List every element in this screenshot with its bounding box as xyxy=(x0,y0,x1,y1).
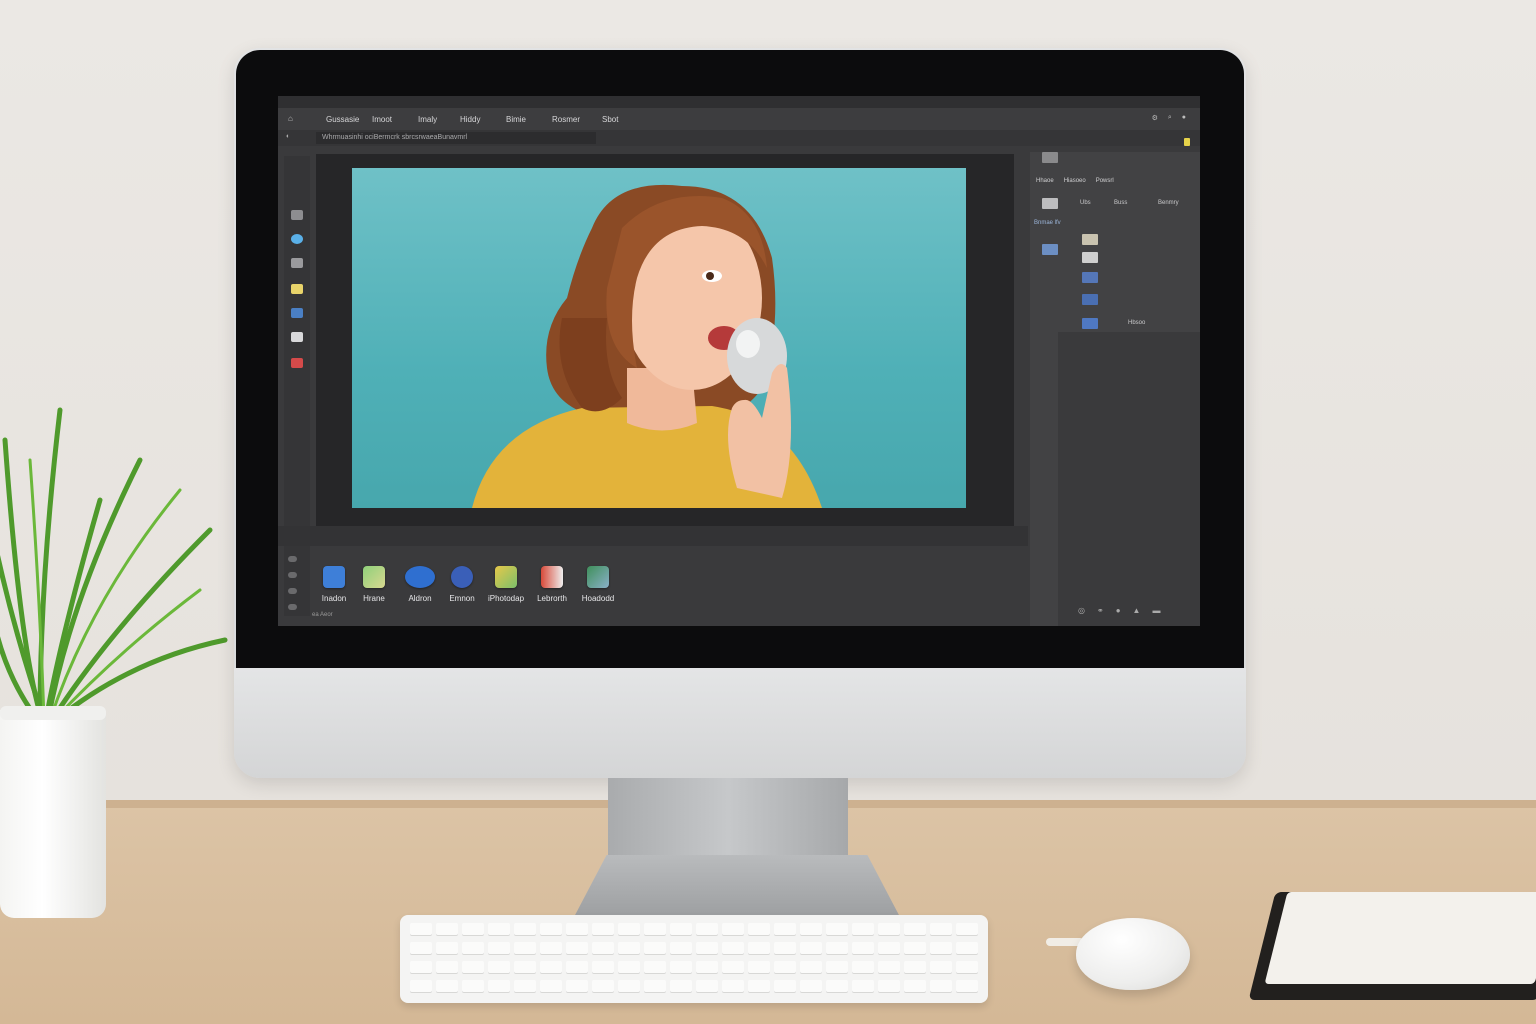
red-document-icon xyxy=(541,566,563,588)
new-layer-icon[interactable]: ◎ xyxy=(1078,606,1085,615)
dock-label: iPhotodap xyxy=(487,594,525,603)
list-tool-icon[interactable] xyxy=(291,258,303,268)
dock-item-7[interactable]: Hoadodd xyxy=(574,566,622,603)
toolbar-right-controls: ⚙ ⌕ ● xyxy=(1152,114,1186,122)
green-square-icon xyxy=(363,566,385,588)
side-control-2[interactable] xyxy=(288,572,297,578)
top-toolbar: ⌂ Gussasie Imoot Imaly Hiddy Bimie Rosme… xyxy=(278,108,1200,130)
photo-artboard[interactable] xyxy=(352,168,966,508)
layer-thumb-6[interactable] xyxy=(1082,318,1098,329)
layer-thumb-2[interactable] xyxy=(1082,234,1098,245)
options-bar: ◐ Whrmuasinhi ociBermcrk sbrcsrwaeaBunav… xyxy=(278,130,1200,146)
toolbar-item-1[interactable]: Gussasie xyxy=(326,115,359,124)
photo-folder-icon xyxy=(495,566,517,588)
toolbar-item-2[interactable]: Imoot xyxy=(372,115,392,124)
photo-editor-window: ⌂ Gussasie Imoot Imaly Hiddy Bimie Rosme… xyxy=(278,96,1200,626)
panel-row-2[interactable]: Buss xyxy=(1114,200,1127,206)
layer-thumb-1[interactable] xyxy=(1042,244,1058,255)
layer-thumb-3[interactable] xyxy=(1082,252,1098,263)
folder-tool-icon[interactable] xyxy=(291,308,303,318)
computer-mouse xyxy=(1076,918,1190,990)
grid-tool-icon[interactable] xyxy=(291,210,303,220)
cloud-icon xyxy=(405,566,435,588)
keyboard xyxy=(400,915,988,1003)
layers-panel: Hhaoe Hiasoeo Powsrl Ubs Buss Benmry Bnm… xyxy=(1030,152,1200,626)
bookmark-tool-icon[interactable] xyxy=(291,358,303,368)
bottom-side-controls xyxy=(288,556,302,620)
toolbar-item-4[interactable]: Hiddy xyxy=(460,115,480,124)
tools-panel xyxy=(284,156,310,616)
search-icon[interactable]: ⌕ xyxy=(1168,114,1172,122)
dock-label: Lebrorth xyxy=(537,594,567,603)
side-control-4[interactable] xyxy=(288,604,297,610)
panel-tabs: Hhaoe Hiasoeo Powsrl xyxy=(1036,178,1114,184)
tool-icon xyxy=(587,566,609,588)
toolbar-item-3[interactable]: Imaly xyxy=(418,115,437,124)
canvas-area[interactable] xyxy=(316,154,1014,526)
trash-icon[interactable]: ▬ xyxy=(1152,606,1160,615)
panel-tab-3[interactable]: Powsrl xyxy=(1096,178,1114,184)
dock-item-5[interactable]: iPhotodap xyxy=(482,566,530,603)
tool-preset-icon[interactable]: ◐ xyxy=(286,133,290,140)
plant-leaves-icon xyxy=(0,407,228,723)
panel-header-icon[interactable] xyxy=(1042,152,1058,163)
toolbar-item-7[interactable]: Sbot xyxy=(602,115,618,124)
status-text: ea Aeor xyxy=(312,612,333,618)
canvas-scrollbar[interactable] xyxy=(278,526,1028,546)
side-control-3[interactable] xyxy=(288,588,297,594)
contact-tool-icon[interactable] xyxy=(291,332,303,342)
layer-thumb-4[interactable] xyxy=(1082,272,1098,283)
bird-tool-icon[interactable] xyxy=(291,234,303,244)
panel-row-3[interactable]: Benmry xyxy=(1158,200,1179,206)
layer-thumb-5[interactable] xyxy=(1082,294,1098,305)
dock-label: Hoadodd xyxy=(581,594,615,603)
dock-label: Emnon xyxy=(449,594,475,603)
panel-tab-1[interactable]: Hhaoe xyxy=(1036,178,1054,184)
mask-icon[interactable]: ● xyxy=(1116,606,1121,615)
app-dock: Inadon Hrane Aldron Emnon iPhotodap Lebr… xyxy=(310,554,1030,626)
menu-bar xyxy=(278,96,1200,108)
link-icon[interactable]: ⚭ xyxy=(1097,606,1104,615)
plant-pot xyxy=(0,710,106,918)
home-icon[interactable]: ⌂ xyxy=(288,115,298,123)
dock-item-2[interactable]: Hrane xyxy=(350,566,398,603)
notebook-page xyxy=(1264,892,1536,984)
globe-icon xyxy=(451,566,473,588)
dock-label: Hrane xyxy=(363,594,385,603)
toolbar-item-6[interactable]: Rosmer xyxy=(552,115,580,124)
note-tool-icon[interactable] xyxy=(291,284,303,294)
panel-row-1[interactable]: Ubs xyxy=(1080,200,1091,206)
dock-item-6[interactable]: Lebrorth xyxy=(528,566,576,603)
panel-footer-controls: ◎ ⚭ ● ▲ ▬ xyxy=(1078,606,1160,615)
layer-label[interactable]: Hbsoo xyxy=(1128,320,1145,326)
monitor-chin xyxy=(234,668,1246,778)
side-control-1[interactable] xyxy=(288,556,297,562)
folder-icon[interactable]: ▲ xyxy=(1133,606,1141,615)
toolbar-item-5[interactable]: Bimie xyxy=(506,115,526,124)
user-icon[interactable]: ● xyxy=(1182,114,1186,122)
blue-square-icon xyxy=(323,566,345,588)
monitor-stand-foot xyxy=(574,855,900,917)
dock-item-3[interactable]: Aldron xyxy=(396,566,444,603)
layers-header: Bnmae lfv xyxy=(1034,220,1061,226)
dock-item-4[interactable]: Emnon xyxy=(438,566,486,603)
portrait-photo-icon xyxy=(472,184,822,508)
settings-icon[interactable]: ⚙ xyxy=(1152,114,1158,122)
document-path: Whrmuasinhi ociBermcrk sbrcsrwaeaBunavmr… xyxy=(316,132,596,144)
panel-row-icon[interactable] xyxy=(1042,198,1058,209)
dock-label: Aldron xyxy=(408,594,432,603)
panel-tab-2[interactable]: Hiasoeo xyxy=(1064,178,1086,184)
notification-indicator[interactable] xyxy=(1184,138,1190,146)
monitor-stand-neck xyxy=(608,778,848,858)
plant-pot-rim xyxy=(0,706,106,720)
layers-list xyxy=(1058,332,1200,626)
